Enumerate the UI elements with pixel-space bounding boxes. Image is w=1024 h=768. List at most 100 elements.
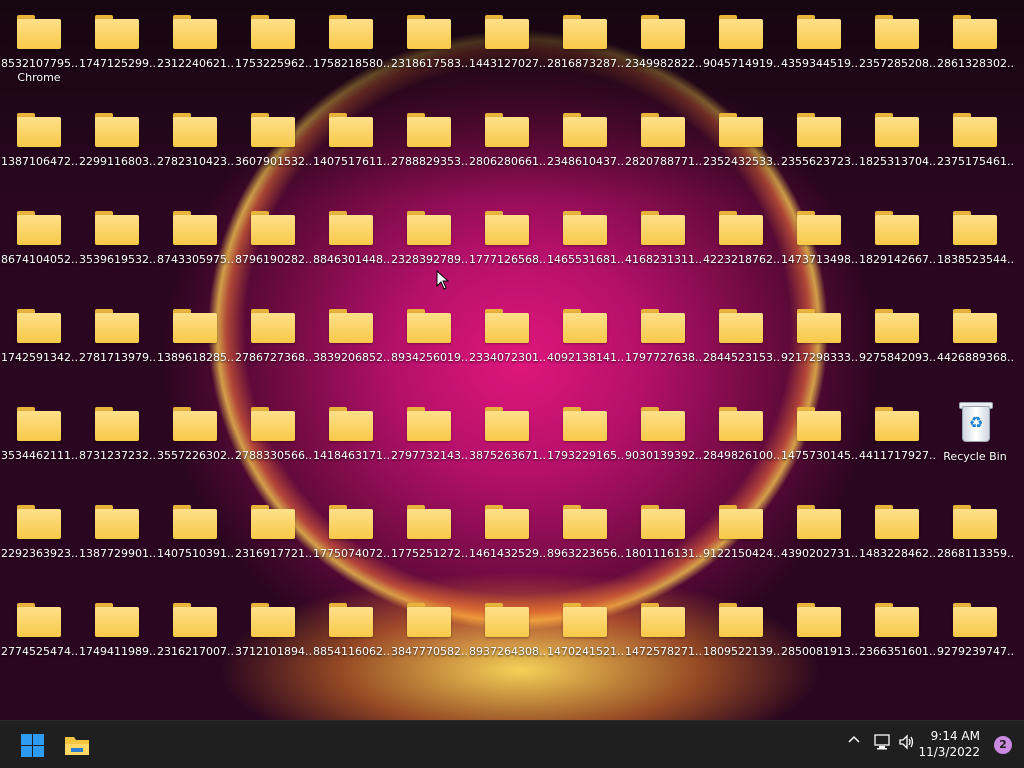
- folder-icon: [485, 15, 529, 49]
- desktop-folder[interactable]: 1749411989...: [79, 591, 155, 681]
- desktop-folder[interactable]: 2352432533...: [703, 101, 779, 191]
- desktop-folder[interactable]: 3875263671...: [469, 395, 545, 485]
- desktop-folder[interactable]: 2806280661...: [469, 101, 545, 191]
- desktop-folder[interactable]: 1829142667...: [859, 199, 935, 289]
- desktop[interactable]: 8532107795... Chrome 1747125299... 23122406…: [0, 0, 1024, 720]
- desktop-folder[interactable]: 1753225962...: [235, 3, 311, 93]
- desktop-folder[interactable]: 3534462111...: [1, 395, 77, 485]
- desktop-folder[interactable]: 1775251272...: [391, 493, 467, 583]
- desktop-folder[interactable]: 1825313704...: [859, 101, 935, 191]
- desktop-folder[interactable]: 1801116131...: [625, 493, 701, 583]
- desktop-folder[interactable]: 2849826100...: [703, 395, 779, 485]
- desktop-folder[interactable]: 1407510391...: [157, 493, 233, 583]
- desktop-folder[interactable]: 1809522139...: [703, 591, 779, 681]
- desktop-folder[interactable]: 2861328302...: [937, 3, 1013, 93]
- desktop-folder[interactable]: 8731237232...: [79, 395, 155, 485]
- desktop-folder[interactable]: 2366351601...: [859, 591, 935, 681]
- desktop-folder[interactable]: 1461432529...: [469, 493, 545, 583]
- desktop-folder[interactable]: 1483228462...: [859, 493, 935, 583]
- desktop-folder[interactable]: 4390202731...: [781, 493, 857, 583]
- desktop-folder[interactable]: 2355623723...: [781, 101, 857, 191]
- desktop-folder[interactable]: 1418463171...: [313, 395, 389, 485]
- desktop-folder[interactable]: 8937264308...: [469, 591, 545, 681]
- desktop-folder[interactable]: 4092138141...: [547, 297, 623, 387]
- desktop-folder[interactable]: 1838523544...: [937, 199, 1013, 289]
- desktop-folder[interactable]: 4426889368...: [937, 297, 1013, 387]
- desktop-folder[interactable]: 4411717927...: [859, 395, 935, 485]
- desktop-folder[interactable]: 2774525474...: [1, 591, 77, 681]
- desktop-folder[interactable]: 3539619532...: [79, 199, 155, 289]
- show-hidden-icons-button[interactable]: [846, 733, 862, 755]
- file-explorer-button[interactable]: [59, 727, 95, 763]
- desktop-folder[interactable]: 3557226302...: [157, 395, 233, 485]
- recycle-bin[interactable]: ♻ Recycle Bin: [937, 400, 1013, 490]
- desktop-folder[interactable]: 3712101894...: [235, 591, 311, 681]
- desktop-folder[interactable]: 8854116062...: [313, 591, 389, 681]
- desktop-folder[interactable]: 2316217007...: [157, 591, 233, 681]
- desktop-folder[interactable]: 8934256019...: [391, 297, 467, 387]
- desktop-folder[interactable]: 9122150424...: [703, 493, 779, 583]
- desktop-folder[interactable]: 9217298333...: [781, 297, 857, 387]
- desktop-folder[interactable]: 1407517611...: [313, 101, 389, 191]
- folder-label: 1418463171...: [313, 449, 389, 462]
- desktop-folder[interactable]: 2786727368...: [235, 297, 311, 387]
- desktop-folder[interactable]: 2375175461...: [937, 101, 1013, 191]
- desktop-folder[interactable]: 4168231311...: [625, 199, 701, 289]
- desktop-folder[interactable]: 1473713498...: [781, 199, 857, 289]
- desktop-folder[interactable]: 2788330566...: [235, 395, 311, 485]
- desktop-folder[interactable]: 1475730145...: [781, 395, 857, 485]
- desktop-folder[interactable]: 1465531681...: [547, 199, 623, 289]
- desktop-folder[interactable]: 1793229165...: [547, 395, 623, 485]
- start-button[interactable]: [14, 727, 50, 763]
- network-button[interactable]: [872, 733, 892, 755]
- desktop-folder[interactable]: 3607901532...: [235, 101, 311, 191]
- desktop-folder[interactable]: 1387106472...: [1, 101, 77, 191]
- desktop-folder[interactable]: 2850081913...: [781, 591, 857, 681]
- desktop-folder[interactable]: 1443127027...: [469, 3, 545, 93]
- desktop-folder[interactable]: 2820788771...: [625, 101, 701, 191]
- desktop-folder[interactable]: 1387729901...: [79, 493, 155, 583]
- desktop-folder[interactable]: 2316917721...: [235, 493, 311, 583]
- desktop-folder[interactable]: 3847770582...: [391, 591, 467, 681]
- desktop-folder[interactable]: 2349982822...: [625, 3, 701, 93]
- desktop-folder[interactable]: 1775074072...: [313, 493, 389, 583]
- desktop-folder[interactable]: 8674104052...: [1, 199, 77, 289]
- desktop-folder[interactable]: 2334072301...: [469, 297, 545, 387]
- desktop-folder[interactable]: 1742591342...: [1, 297, 77, 387]
- desktop-folder[interactable]: 1472578271...: [625, 591, 701, 681]
- desktop-folder[interactable]: 8846301448...: [313, 199, 389, 289]
- desktop-folder[interactable]: 2292363923...: [1, 493, 77, 583]
- desktop-folder[interactable]: 1747125299...: [79, 3, 155, 93]
- desktop-folder[interactable]: 2299116803...: [79, 101, 155, 191]
- desktop-folder[interactable]: 2328392789...: [391, 199, 467, 289]
- desktop-folder[interactable]: 2781713979...: [79, 297, 155, 387]
- desktop-folder[interactable]: 2782310423...: [157, 101, 233, 191]
- desktop-folder[interactable]: 2816873287...: [547, 3, 623, 93]
- desktop-folder[interactable]: 2348610437...: [547, 101, 623, 191]
- desktop-folder[interactable]: 4359344519...: [781, 3, 857, 93]
- desktop-folder[interactable]: 8532107795... Chrome: [1, 3, 77, 93]
- desktop-folder[interactable]: 1758218580...: [313, 3, 389, 93]
- desktop-folder[interactable]: 3839206852...: [313, 297, 389, 387]
- desktop-folder[interactable]: 1777126568...: [469, 199, 545, 289]
- desktop-folder[interactable]: 1389618285...: [157, 297, 233, 387]
- notification-badge[interactable]: 2: [994, 736, 1012, 754]
- desktop-folder[interactable]: 2357285208...: [859, 3, 935, 93]
- desktop-folder[interactable]: 2797732143...: [391, 395, 467, 485]
- desktop-folder[interactable]: 8743305975...: [157, 199, 233, 289]
- desktop-folder[interactable]: 1797727638...: [625, 297, 701, 387]
- desktop-folder[interactable]: 1470241521...: [547, 591, 623, 681]
- desktop-folder[interactable]: 2318617583...: [391, 3, 467, 93]
- desktop-folder[interactable]: 2788829353...: [391, 101, 467, 191]
- desktop-folder[interactable]: 8796190282...: [235, 199, 311, 289]
- desktop-folder[interactable]: 4223218762...: [703, 199, 779, 289]
- desktop-folder[interactable]: 9275842093...: [859, 297, 935, 387]
- desktop-folder[interactable]: 8963223656...: [547, 493, 623, 583]
- desktop-folder[interactable]: 2312240621...: [157, 3, 233, 93]
- desktop-folder[interactable]: 9279239747...: [937, 591, 1013, 681]
- desktop-folder[interactable]: 2868113359...: [937, 493, 1013, 583]
- desktop-folder[interactable]: 2844523153...: [703, 297, 779, 387]
- clock[interactable]: 9:14 AM 11/3/2022: [910, 728, 980, 760]
- desktop-folder[interactable]: 9030139392...: [625, 395, 701, 485]
- desktop-folder[interactable]: 9045714919...: [703, 3, 779, 93]
